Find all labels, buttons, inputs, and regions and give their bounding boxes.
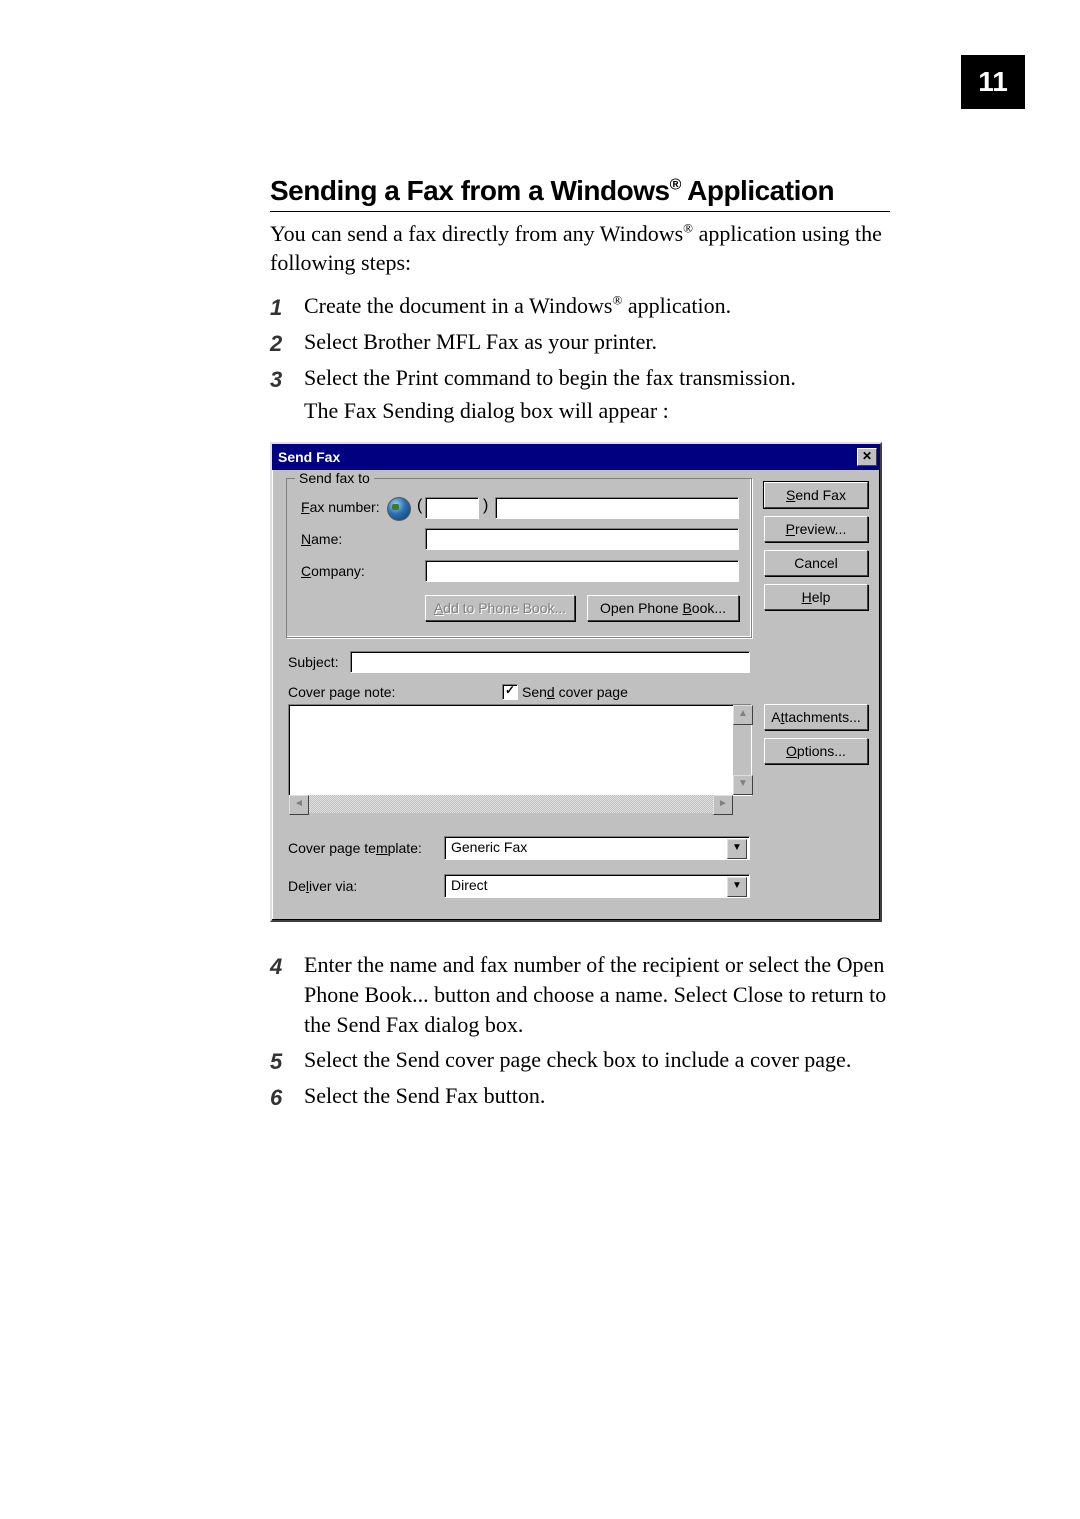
deliver-via-label: Deliver via:: [288, 878, 357, 894]
subject-input[interactable]: [350, 651, 750, 673]
step-5: 5 Select the Send cover page check box t…: [270, 1045, 890, 1075]
options-button[interactable]: Options...: [764, 738, 868, 764]
fax-area-code-input[interactable]: [425, 497, 479, 519]
step-4: 4 Enter the name and fax number of the r…: [270, 950, 890, 1039]
send-fax-to-groupbox: Send fax to Fax number: ( ) Name: Compan…: [286, 478, 752, 638]
step-text: Enter the name and fax number of the rec…: [304, 952, 886, 1036]
step-1: 1 Create the document in a Windows® appl…: [270, 291, 890, 321]
scroll-up-button[interactable]: ▲: [733, 705, 753, 725]
send-cover-checkbox[interactable]: ✓: [502, 684, 518, 700]
step-text: Select the Send cover page check box to …: [304, 1047, 851, 1072]
deliver-via-value: Direct: [451, 877, 488, 893]
scroll-right-button[interactable]: ►: [713, 795, 733, 815]
dialog-title: Send Fax: [278, 449, 340, 465]
dialog-titlebar[interactable]: Send Fax ✕: [272, 444, 880, 470]
open-phonebook-button[interactable]: Open Phone Book...: [587, 595, 739, 621]
checkmark-icon: ✓: [505, 683, 515, 697]
step-3-subtext: The Fax Sending dialog box will appear :: [304, 398, 890, 424]
step-text: Select the Print command to begin the fa…: [304, 365, 796, 390]
main-content: Sending a Fax from a Windows® Applicatio…: [270, 175, 890, 1111]
send-fax-button[interactable]: Send Fax: [764, 482, 868, 508]
step-number-icon: 3: [270, 365, 294, 389]
dialog-body: Send fax to Fax number: ( ) Name: Compan…: [272, 470, 880, 920]
send-fax-dialog: Send Fax ✕ Send fax to Fax number: ( ) N…: [270, 442, 882, 922]
cancel-button[interactable]: Cancel: [764, 550, 868, 576]
close-icon: ✕: [862, 449, 872, 463]
intro-paragraph: You can send a fax directly from any Win…: [270, 220, 890, 277]
step-number-icon: 6: [270, 1083, 294, 1107]
steps-list-bottom: 4 Enter the name and fax number of the r…: [270, 950, 890, 1110]
page-number-tab: 11: [961, 55, 1025, 109]
document-page: 11 Sending a Fax from a Windows® Applica…: [0, 0, 1080, 1519]
step-2: 2 Select Brother MFL Fax as your printer…: [270, 327, 890, 357]
company-label: Company:: [301, 563, 365, 579]
cover-template-value: Generic Fax: [451, 839, 527, 855]
horizontal-scrollbar[interactable]: ◄ ►: [289, 795, 733, 813]
side-button-column: Send Fax Preview... Cancel Help: [764, 482, 868, 618]
vertical-scrollbar[interactable]: ▲ ▼: [733, 705, 751, 795]
name-label: Name:: [301, 531, 342, 547]
step-3: 3 Select the Print command to begin the …: [270, 363, 890, 393]
preview-button[interactable]: Preview...: [764, 516, 868, 542]
paren-close: ): [483, 497, 488, 515]
step-number-icon: 1: [270, 293, 294, 317]
add-to-phonebook-button: Add to Phone Book...: [425, 595, 575, 621]
cover-template-combo[interactable]: Generic Fax ▼: [444, 836, 750, 860]
step-number-icon: 2: [270, 329, 294, 353]
page-number: 11: [978, 66, 1008, 98]
subject-label: Subject:: [288, 654, 339, 670]
step-text: Select Brother MFL Fax as your printer.: [304, 329, 657, 354]
cover-template-label: Cover page template:: [288, 840, 422, 856]
step-text: Select the Send Fax button.: [304, 1083, 545, 1108]
close-button[interactable]: ✕: [857, 448, 877, 466]
cover-note-textarea[interactable]: ▲ ▼ ◄ ►: [288, 704, 752, 796]
paren-open: (: [417, 497, 422, 515]
company-input[interactable]: [425, 560, 739, 582]
send-cover-label: Send cover page: [522, 684, 628, 700]
dropdown-arrow-icon: ▼: [727, 839, 747, 859]
fax-number-label: Fax number:: [301, 499, 380, 515]
help-button[interactable]: Help: [764, 584, 868, 610]
steps-list-top: 1 Create the document in a Windows® appl…: [270, 291, 890, 392]
scroll-down-button[interactable]: ▼: [733, 775, 753, 795]
cover-note-label: Cover page note:: [288, 684, 395, 700]
fax-number-input[interactable]: [495, 497, 739, 519]
globe-icon[interactable]: [387, 497, 411, 521]
section-heading: Sending a Fax from a Windows® Applicatio…: [270, 175, 890, 212]
groupbox-legend: Send fax to: [295, 470, 374, 486]
step-6: 6 Select the Send Fax button.: [270, 1081, 890, 1111]
attachments-button[interactable]: Attachments...: [764, 704, 868, 730]
deliver-via-combo[interactable]: Direct ▼: [444, 874, 750, 898]
cancel-button-label: Cancel: [794, 555, 838, 571]
step-number-icon: 4: [270, 952, 294, 976]
dropdown-arrow-icon: ▼: [727, 877, 747, 897]
scroll-left-button[interactable]: ◄: [289, 795, 309, 815]
name-input[interactable]: [425, 528, 739, 550]
step-number-icon: 5: [270, 1047, 294, 1071]
